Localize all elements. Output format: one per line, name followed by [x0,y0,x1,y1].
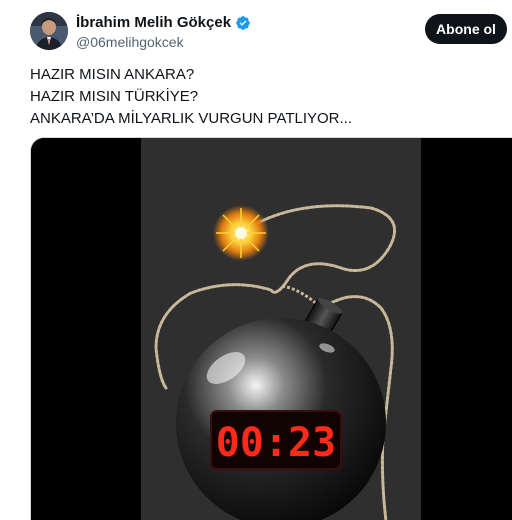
verified-badge-icon [235,15,251,31]
author-name-row[interactable]: İbrahim Melih Gökçek [76,14,251,31]
tweet-header: İbrahim Melih Gökçek @06melihgokcek Abon… [0,0,512,60]
tweet-line: HAZIR MISIN TÜRKİYE? [30,88,199,105]
avatar[interactable] [30,12,68,50]
author-handle[interactable]: @06melihgokcek [76,34,184,50]
follow-button[interactable]: Abone ol [425,14,507,44]
tweet-media[interactable]: 00:23 [30,137,512,520]
countdown-timer: 00:23 [216,420,336,466]
author-display-name[interactable]: İbrahim Melih Gökçek [76,14,231,31]
spark-icon [213,205,269,261]
tweet-text: HAZIR MISIN ANKARA? HAZIR MISIN TÜRKİYE?… [30,64,500,130]
tweet-line: ANKARA’DA MİLYARLIK VURGUN PATLIYOR... [30,110,353,127]
tweet-line: HAZIR MISIN ANKARA? [30,66,195,83]
